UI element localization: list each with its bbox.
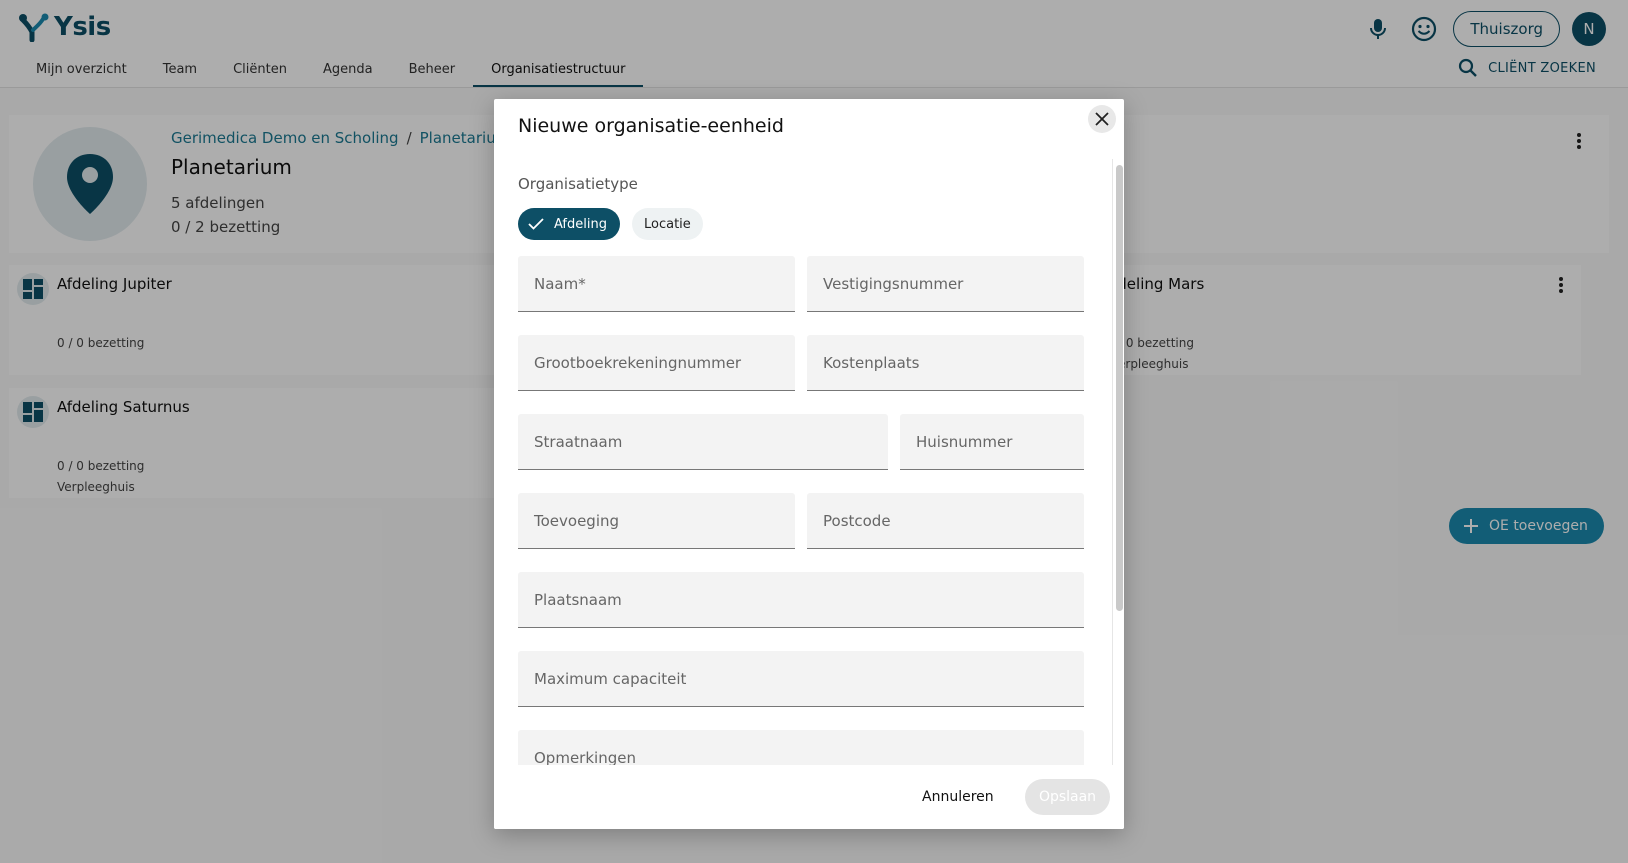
huisnummer-placeholder: Huisnummer xyxy=(916,433,1013,451)
chip-locatie[interactable]: Locatie xyxy=(632,208,703,240)
cancel-button[interactable]: Annuleren xyxy=(922,779,994,815)
maximum-capaciteit-field[interactable]: Maximum capaciteit xyxy=(518,651,1084,707)
close-button[interactable] xyxy=(1088,105,1116,133)
close-icon xyxy=(1095,112,1109,126)
maximum-capaciteit-placeholder: Maximum capaciteit xyxy=(534,670,687,688)
straatnaam-field[interactable]: Straatnaam xyxy=(518,414,888,470)
grootboekrekeningnummer-field[interactable]: Grootboekrekeningnummer xyxy=(518,335,795,391)
grootboekrekeningnummer-placeholder: Grootboekrekeningnummer xyxy=(534,354,742,372)
toevoeging-placeholder: Toevoeging xyxy=(534,512,620,530)
chip-afdeling[interactable]: Afdeling xyxy=(518,208,620,240)
plaatsnaam-field[interactable]: Plaatsnaam xyxy=(518,572,1084,628)
opmerkingen-field[interactable]: Opmerkingen xyxy=(518,730,1084,765)
new-org-unit-dialog: Nieuwe organisatie-eenheid Organisatiety… xyxy=(494,99,1124,829)
vestigingsnummer-field[interactable]: Vestigingsnummer xyxy=(807,256,1084,312)
check-icon xyxy=(528,218,544,230)
dialog-title: Nieuwe organisatie-eenheid xyxy=(518,115,784,137)
kostenplaats-placeholder: Kostenplaats xyxy=(823,354,920,372)
vestigingsnummer-placeholder: Vestigingsnummer xyxy=(823,275,964,293)
naam-field[interactable]: Naam* xyxy=(518,256,795,312)
opmerkingen-placeholder: Opmerkingen xyxy=(534,749,636,765)
postcode-field[interactable]: Postcode xyxy=(807,493,1084,549)
straatnaam-placeholder: Straatnaam xyxy=(534,433,623,451)
dialog-body: Organisatietype Afdeling Locatie Naam* V… xyxy=(494,157,1124,765)
chip-afdeling-label: Afdeling xyxy=(554,216,607,232)
org-type-label: Organisatietype xyxy=(518,175,638,193)
dialog-footer: Annuleren Opslaan xyxy=(494,765,1124,829)
postcode-placeholder: Postcode xyxy=(823,512,891,530)
scrollbar-thumb[interactable] xyxy=(1116,165,1123,611)
naam-placeholder: Naam* xyxy=(534,275,586,293)
chip-locatie-label: Locatie xyxy=(644,216,691,232)
plaatsnaam-placeholder: Plaatsnaam xyxy=(534,591,622,609)
toevoeging-field[interactable]: Toevoeging xyxy=(518,493,795,549)
huisnummer-field[interactable]: Huisnummer xyxy=(900,414,1084,470)
save-button[interactable]: Opslaan xyxy=(1025,779,1110,815)
kostenplaats-field[interactable]: Kostenplaats xyxy=(807,335,1084,391)
dialog-scrollbar[interactable] xyxy=(1112,159,1123,765)
